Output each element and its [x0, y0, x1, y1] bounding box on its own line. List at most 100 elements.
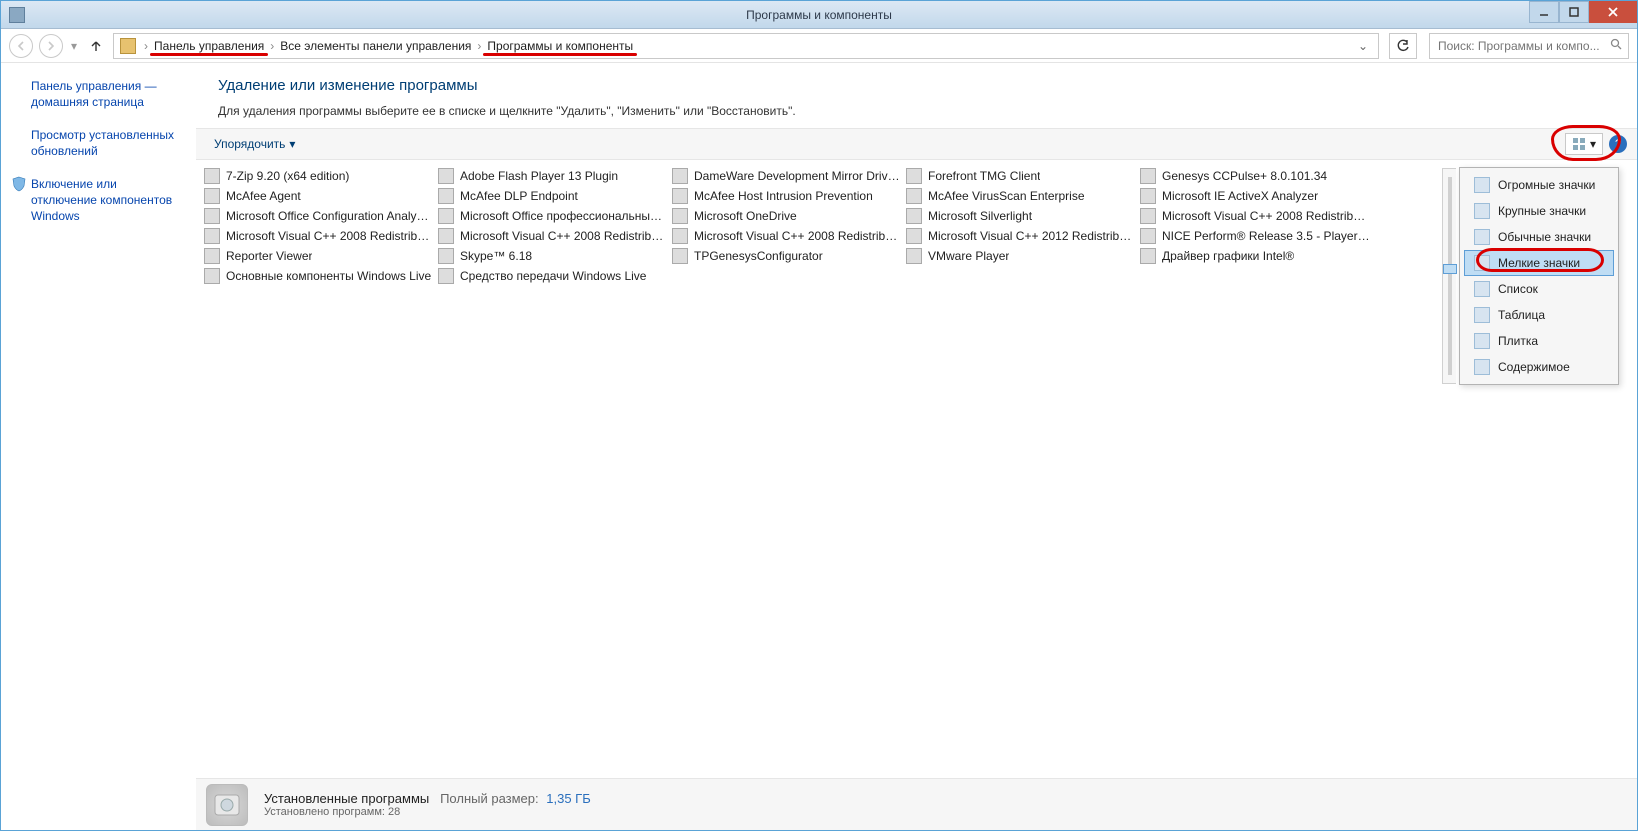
program-icon [672, 188, 688, 204]
program-label: Драйвер графики Intel® [1162, 249, 1294, 263]
program-label: McAfee VirusScan Enterprise [928, 189, 1085, 203]
program-icon [1140, 208, 1156, 224]
sidebar-features-link[interactable]: Включение или отключение компонентов Win… [11, 173, 185, 228]
help-button[interactable]: ? [1609, 135, 1627, 153]
program-item[interactable]: VMware Player [906, 246, 1136, 266]
program-label: Skype™ 6.18 [460, 249, 532, 263]
search-input[interactable] [1436, 38, 1606, 54]
program-item[interactable]: McAfee Host Intrusion Prevention [672, 186, 902, 206]
program-item[interactable]: Microsoft Visual C++ 2008 Redistributa..… [672, 226, 902, 246]
program-item[interactable]: Драйвер графики Intel® [1140, 246, 1370, 266]
program-label: Microsoft Office Configuration Analyze..… [226, 209, 434, 223]
program-item[interactable]: DameWare Development Mirror Driver ... [672, 166, 902, 186]
program-item[interactable]: Microsoft Visual C++ 2008 Redistributa..… [1140, 206, 1370, 226]
address-dropdown[interactable]: ⌄ [1354, 39, 1372, 53]
program-item[interactable]: Genesys CCPulse+ 8.0.101.34 [1140, 166, 1370, 186]
view-option-label: Таблица [1498, 308, 1545, 322]
chevron-right-icon[interactable]: › [270, 39, 274, 53]
program-icon [672, 168, 688, 184]
program-item[interactable]: Microsoft Silverlight [906, 206, 1136, 226]
view-option-label: Огромные значки [1498, 178, 1595, 192]
folder-icon [120, 38, 136, 54]
view-button[interactable]: ▾ [1565, 133, 1603, 155]
program-item[interactable]: McAfee DLP Endpoint [438, 186, 668, 206]
program-item[interactable]: Microsoft OneDrive [672, 206, 902, 226]
program-icon [438, 228, 454, 244]
program-label: Microsoft Visual C++ 2012 Redistributa..… [928, 229, 1136, 243]
refresh-button[interactable] [1389, 33, 1417, 59]
program-label: Основные компоненты Windows Live [226, 269, 431, 283]
history-dropdown[interactable]: ▾ [71, 39, 77, 53]
program-item[interactable]: Skype™ 6.18 [438, 246, 668, 266]
program-item[interactable]: Microsoft Visual C++ 2008 Redistributa..… [204, 226, 434, 246]
view-option-huge[interactable]: Огромные значки [1464, 172, 1614, 198]
up-button[interactable] [85, 35, 107, 57]
view-option-list[interactable]: Список [1464, 276, 1614, 302]
program-item[interactable]: Средство передачи Windows Live [438, 266, 668, 286]
tiles-icon [1474, 333, 1490, 349]
program-label: 7-Zip 9.20 (x64 edition) [226, 169, 349, 183]
chevron-right-icon[interactable]: › [477, 39, 481, 53]
program-icon [906, 248, 922, 264]
program-label: Microsoft Silverlight [928, 209, 1032, 223]
program-label: Microsoft Visual C++ 2008 Redistributa..… [460, 229, 668, 243]
program-item[interactable]: Forefront TMG Client [906, 166, 1136, 186]
program-item[interactable]: TPGenesysConfigurator [672, 246, 902, 266]
address-bar[interactable]: › Панель управления › Все элементы панел… [113, 33, 1379, 59]
program-icon [906, 168, 922, 184]
window-controls [1529, 1, 1637, 28]
search-icon [1610, 38, 1622, 53]
program-label: Microsoft Visual C++ 2008 Redistributa..… [694, 229, 902, 243]
shield-icon [11, 176, 27, 192]
program-icon [1140, 228, 1156, 244]
forward-button[interactable] [39, 34, 63, 58]
sidebar-updates-link[interactable]: Просмотр установленных обновлений [11, 124, 185, 163]
breadcrumb-control-panel[interactable]: Панель управления [150, 39, 268, 53]
view-option-medium[interactable]: Обычные значки [1464, 224, 1614, 250]
view-option-label: Содержимое [1498, 360, 1570, 374]
program-icon [1140, 248, 1156, 264]
program-item[interactable]: Microsoft Office Configuration Analyze..… [204, 206, 434, 226]
search-box[interactable] [1429, 33, 1629, 59]
program-icon [204, 268, 220, 284]
program-item[interactable]: Microsoft Visual C++ 2008 Redistributa..… [438, 226, 668, 246]
status-size-value: 1,35 ГБ [546, 791, 590, 806]
program-icon [204, 208, 220, 224]
close-button[interactable] [1589, 1, 1637, 23]
sidebar: Панель управления — домашняя страница Пр… [1, 63, 196, 830]
maximize-button[interactable] [1559, 1, 1589, 23]
sidebar-home-link[interactable]: Панель управления — домашняя страница [11, 75, 185, 114]
program-item[interactable]: Основные компоненты Windows Live [204, 266, 434, 286]
view-option-details[interactable]: Таблица [1464, 302, 1614, 328]
programs-grid[interactable]: 7-Zip 9.20 (x64 edition) Adobe Flash Play… [196, 160, 1637, 778]
back-button[interactable] [9, 34, 33, 58]
program-item[interactable]: McAfee Agent [204, 186, 434, 206]
view-menu: Огромные значки Крупные значки Обычные з… [1459, 167, 1619, 385]
sidebar-item-label: Включение или отключение компонентов Win… [31, 177, 172, 222]
program-item[interactable]: Microsoft Visual C++ 2012 Redistributa..… [906, 226, 1136, 246]
view-option-content[interactable]: Содержимое [1464, 354, 1614, 380]
program-item[interactable]: Reporter Viewer [204, 246, 434, 266]
view-option-tiles[interactable]: Плитка [1464, 328, 1614, 354]
program-item[interactable]: Microsoft IE ActiveX Analyzer [1140, 186, 1370, 206]
view-option-label: Список [1498, 282, 1538, 296]
view-option-small[interactable]: Мелкие значки [1464, 250, 1614, 276]
minimize-button[interactable] [1529, 1, 1559, 23]
program-item[interactable]: McAfee VirusScan Enterprise [906, 186, 1136, 206]
view-option-large[interactable]: Крупные значки [1464, 198, 1614, 224]
view-slider-thumb[interactable] [1443, 264, 1457, 274]
nav-bar: ▾ › Панель управления › Все элементы пан… [1, 29, 1637, 63]
view-slider[interactable] [1442, 168, 1456, 384]
program-icon [438, 188, 454, 204]
breadcrumb-programs[interactable]: Программы и компоненты [483, 39, 637, 53]
program-icon [204, 248, 220, 264]
breadcrumb-all-items[interactable]: Все элементы панели управления [276, 39, 475, 53]
program-item[interactable]: Microsoft Office профессиональный п... [438, 206, 668, 226]
program-item[interactable]: 7-Zip 9.20 (x64 edition) [204, 166, 434, 186]
chevron-right-icon[interactable]: › [144, 39, 148, 53]
arrow-right-icon [45, 40, 57, 52]
program-item[interactable]: Adobe Flash Player 13 Plugin [438, 166, 668, 186]
program-icon [204, 188, 220, 204]
program-item[interactable]: NICE Perform® Release 3.5 - Player Co... [1140, 226, 1370, 246]
organize-button[interactable]: Упорядочить ▾ [206, 133, 303, 155]
